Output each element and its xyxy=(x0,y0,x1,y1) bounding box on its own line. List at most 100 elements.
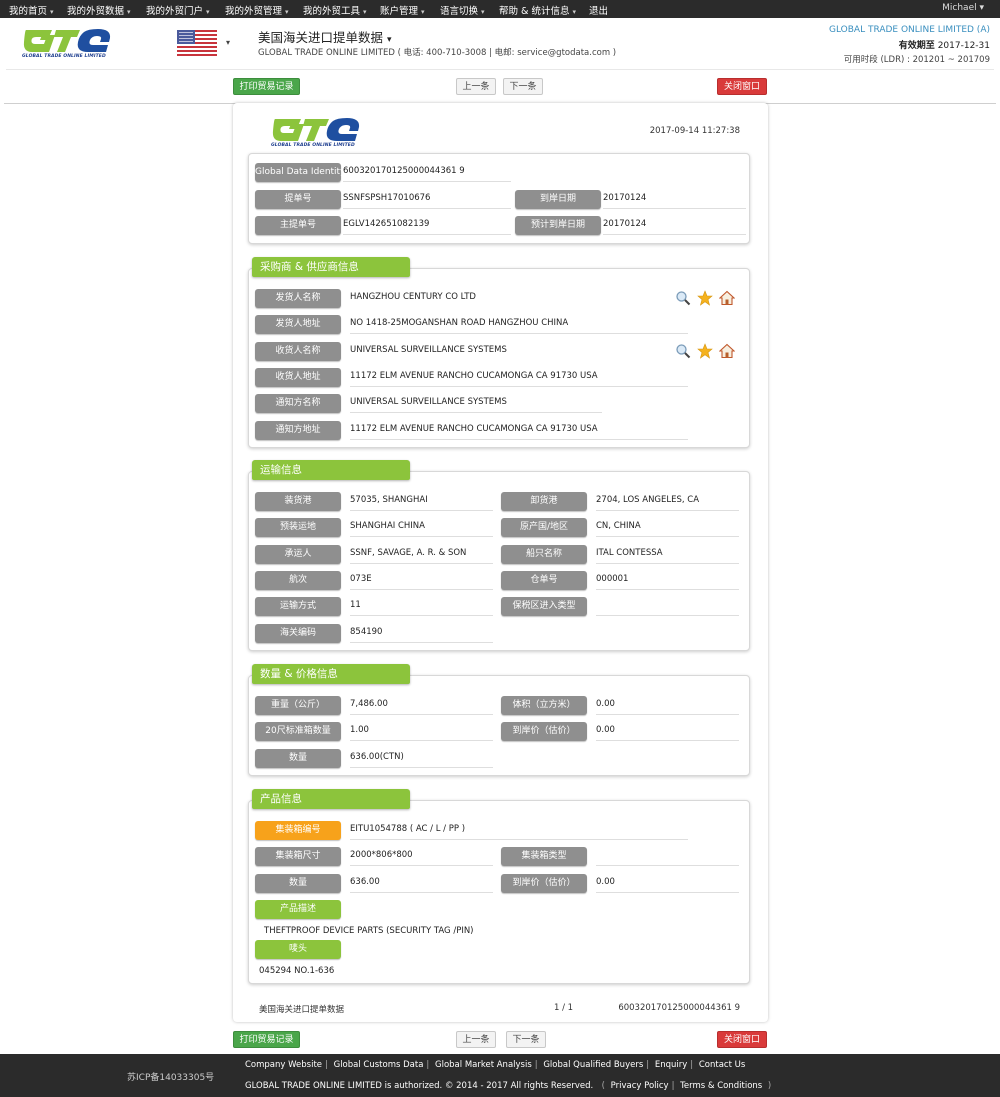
company-contact: GLOBAL TRADE ONLINE LIMITED ( 电话: 400-71… xyxy=(258,48,617,58)
field-label: 收货人名称 xyxy=(255,342,341,361)
field-label: 集装箱编号 xyxy=(255,821,341,840)
chevron-down-icon: ▾ xyxy=(50,8,54,16)
separator: | xyxy=(426,1060,430,1070)
company-name: GLOBAL TRADE ONLINE LIMITED (A) xyxy=(829,25,990,35)
field-label: 预装运地 xyxy=(255,518,341,537)
section-title: 数量 & 价格信息 xyxy=(252,664,410,684)
nav-help-stats[interactable]: 帮助 & 统计信息 ▾ xyxy=(499,3,576,17)
field-label: 预计到岸日期 xyxy=(515,216,601,235)
gto-logo: GLOBAL TRADE ONLINE LIMITED xyxy=(271,115,361,148)
field-value: SSNFSPSH17010676 xyxy=(343,190,511,209)
prev-record-button[interactable]: 上一条 xyxy=(456,1031,496,1048)
chevron-down-icon: ▾ xyxy=(206,8,210,16)
next-record-button[interactable]: 下一条 xyxy=(506,1031,546,1048)
field-label: 产品描述 xyxy=(255,900,341,919)
field-label: 数量 xyxy=(255,749,341,768)
nav-label: 我的外贸数据 xyxy=(67,6,125,17)
copyright: GLOBAL TRADE ONLINE LIMITED is authorize… xyxy=(245,1081,774,1091)
separator: | xyxy=(646,1060,650,1070)
nav-label: 退出 xyxy=(589,6,609,17)
field-value: 0.00 xyxy=(596,874,739,893)
footer-link-contact-us[interactable]: Contact Us xyxy=(699,1060,745,1070)
print-record-button[interactable]: 打印贸易记录 xyxy=(233,78,300,95)
field-value: 7,486.00 xyxy=(350,696,493,715)
section-title: 运输信息 xyxy=(252,460,410,480)
record-page: 1 / 1 xyxy=(554,1003,574,1013)
field-value: CN, CHINA xyxy=(596,518,739,537)
field-value: SHANGHAI CHINA xyxy=(350,518,493,537)
field-value: 2704, LOS ANGELES, CA xyxy=(596,492,739,511)
separator: | xyxy=(534,1060,538,1070)
chevron-down-icon: ▾ xyxy=(285,8,289,16)
nav-my-trade-management[interactable]: 我的外贸管理 ▾ xyxy=(225,3,289,17)
logo-text: GLOBAL TRADE ONLINE LIMITED xyxy=(271,143,355,148)
nav-label: 我的首页 xyxy=(9,6,48,17)
field-value: 2000*806*800 xyxy=(350,847,493,866)
chevron-down-icon: ▾ xyxy=(421,8,425,16)
gto-logo[interactable]: GLOBAL TRADE ONLINE LIMITED xyxy=(22,26,112,59)
field-label: 运输方式 xyxy=(255,597,341,616)
page-title[interactable]: 美国海关进口提单数据 ▾ xyxy=(258,27,392,46)
close-window-button[interactable]: 关闭窗口 xyxy=(717,78,767,95)
bracket: ) xyxy=(767,1081,772,1091)
field-label: 承运人 xyxy=(255,545,341,564)
search-icon[interactable] xyxy=(675,343,691,359)
field-value: 0.00 xyxy=(596,696,739,715)
close-window-button[interactable]: 关闭窗口 xyxy=(717,1031,767,1048)
field-label: 到岸日期 xyxy=(515,190,601,209)
field-label: 集装箱尺寸 xyxy=(255,847,341,866)
search-icon[interactable] xyxy=(675,290,691,306)
terms-link[interactable]: Terms & Conditions xyxy=(680,1081,762,1091)
field-label: 航次 xyxy=(255,571,341,590)
footer-link-global-qualified-buyers[interactable]: Global Qualified Buyers xyxy=(543,1060,643,1070)
nav-logout[interactable]: 退出 xyxy=(589,3,608,17)
field-value: SSNF, SAVAGE, A. R. & SON xyxy=(350,545,493,564)
footer-link-enquiry[interactable]: Enquiry xyxy=(655,1060,687,1070)
print-record-button[interactable]: 打印贸易记录 xyxy=(233,1031,300,1048)
user-menu[interactable]: Michael ▾ xyxy=(942,3,984,13)
star-icon[interactable] xyxy=(697,343,713,359)
nav-my-trade-portal[interactable]: 我的外贸门户 ▾ xyxy=(146,3,210,17)
field-label: 重量（公斤） xyxy=(255,696,341,715)
nav-my-trade-data[interactable]: 我的外贸数据 ▾ xyxy=(67,3,131,17)
field-value: EITU1054788 ( AC / L / PP ) xyxy=(350,821,688,840)
field-value: 636.00(CTN) xyxy=(350,749,493,768)
account-info: GLOBAL TRADE ONLINE LIMITED (A) 有效期至 201… xyxy=(829,25,990,65)
nav-home[interactable]: 我的首页 ▾ xyxy=(9,3,54,17)
field-label: 收货人地址 xyxy=(255,368,341,387)
field-value: ITAL CONTESSA xyxy=(596,545,739,564)
transport-panel: 运输信息 装货港 57035, SHANGHAI 卸货港 2704, LOS ANG… xyxy=(248,460,750,651)
field-label: 通知方名称 xyxy=(255,394,341,413)
footer-link-company-website[interactable]: Company Website xyxy=(245,1060,322,1070)
shipper-actions xyxy=(675,290,736,306)
nav-language[interactable]: 语言切换 ▾ xyxy=(440,3,485,17)
record-card: GLOBAL TRADE ONLINE LIMITED 2017-09-14 1… xyxy=(233,103,768,1022)
privacy-policy-link[interactable]: Privacy Policy xyxy=(611,1081,669,1091)
field-value: UNIVERSAL SURVEILLANCE SYSTEMS xyxy=(350,345,507,355)
nav-account-management[interactable]: 账户管理 ▾ xyxy=(380,3,425,17)
field-value xyxy=(596,847,739,866)
nav-label: 语言切换 xyxy=(440,6,479,17)
field-label: 唛头 xyxy=(255,940,341,959)
chevron-down-icon: ▾ xyxy=(572,8,576,16)
footer-link-global-customs-data[interactable]: Global Customs Data xyxy=(334,1060,424,1070)
nav-my-trade-tools[interactable]: 我的外贸工具 ▾ xyxy=(303,3,367,17)
divider xyxy=(6,69,994,70)
prev-record-button[interactable]: 上一条 xyxy=(456,78,496,95)
footer-link-global-market-analysis[interactable]: Global Market Analysis xyxy=(435,1060,532,1070)
expiry-value: 2017-12-31 xyxy=(937,41,990,51)
page-title-text: 美国海关进口提单数据 xyxy=(258,30,384,45)
product-panel: 产品信息 集装箱编号 EITU1054788 ( AC / L / PP ) 集装… xyxy=(248,789,750,984)
home-icon[interactable] xyxy=(718,290,736,306)
field-value: 11172 ELM AVENUE RANCHO CUCAMONGA CA 917… xyxy=(350,368,688,387)
home-icon[interactable] xyxy=(718,343,736,359)
star-icon[interactable] xyxy=(697,290,713,306)
field-value: 600320170125000044361 9 xyxy=(343,163,511,182)
action-bar-top: 打印贸易记录 上一条 下一条 关闭窗口 xyxy=(0,78,1000,104)
expiry: 有效期至 2017-12-31 xyxy=(829,38,990,51)
next-record-button[interactable]: 下一条 xyxy=(503,78,543,95)
us-flag-icon[interactable] xyxy=(177,30,217,56)
field-value: 11 xyxy=(350,597,493,616)
id-panel: Global Data Identity 6003201701250000443… xyxy=(248,153,750,244)
country-dropdown-caret[interactable]: ▾ xyxy=(226,38,230,47)
